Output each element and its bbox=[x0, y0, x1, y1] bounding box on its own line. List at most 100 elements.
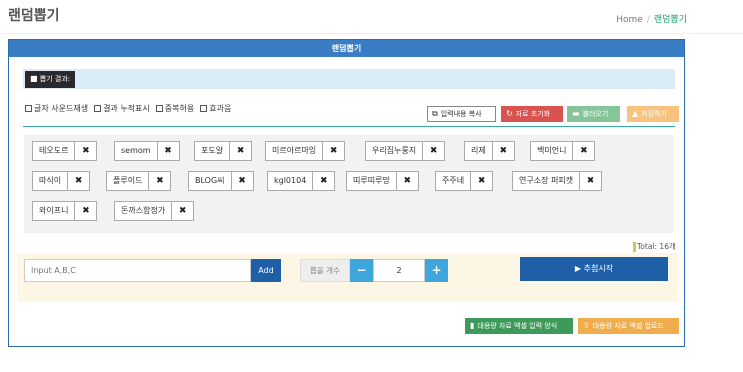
excel-upload-button[interactable]: ⇪ 대용량 자료 엑셀 업로드 bbox=[578, 318, 679, 334]
list-item: semom ✖ bbox=[114, 141, 180, 161]
item-label: kgl0104 bbox=[267, 171, 314, 191]
remove-icon[interactable]: ✖ bbox=[323, 141, 346, 161]
load-button[interactable]: ▬ 불러오기 bbox=[567, 106, 620, 122]
item-label: BLOG씨 bbox=[188, 171, 232, 191]
save-button[interactable]: ▲ 저장하기 bbox=[627, 106, 679, 122]
checkbox[interactable] bbox=[200, 105, 208, 112]
item-label: 연구소장 퍼피캣 bbox=[512, 171, 581, 191]
remove-icon[interactable]: ✖ bbox=[75, 141, 98, 161]
remove-icon[interactable]: ✖ bbox=[68, 171, 91, 191]
item-label: 돈까스함정가 bbox=[114, 201, 173, 221]
item-label: 테오도르 bbox=[32, 141, 76, 161]
remove-icon[interactable]: ✖ bbox=[471, 171, 494, 191]
add-button[interactable]: Add bbox=[251, 259, 281, 282]
remove-icon[interactable]: ✖ bbox=[172, 201, 195, 221]
list-item: 띠루띠루망 ✖ bbox=[346, 171, 419, 191]
remove-icon[interactable]: ✖ bbox=[396, 171, 419, 191]
list-item: 리제 ✖ bbox=[464, 141, 515, 161]
refresh-icon: ↻ bbox=[506, 109, 513, 118]
text-cursor bbox=[633, 242, 636, 252]
total-count: Total: 16개 bbox=[633, 241, 676, 252]
result-label-text: 뽑기 결과: bbox=[39, 75, 71, 83]
item-label: 포도알 bbox=[194, 141, 231, 161]
remove-icon[interactable]: ✖ bbox=[157, 141, 180, 161]
result-bar: ■ 뽑기 결과: bbox=[23, 69, 675, 89]
item-label: 주주네 bbox=[435, 171, 472, 191]
load-button-label: 불러오기 bbox=[582, 110, 609, 118]
option-label: 결과 누적표시 bbox=[103, 104, 150, 113]
option-duplicate[interactable]: 중복허용 bbox=[155, 103, 195, 114]
remove-icon[interactable]: ✖ bbox=[149, 171, 172, 191]
option-label: 글자 사운드재생 bbox=[34, 104, 89, 113]
draw-count-value[interactable]: 2 bbox=[373, 259, 425, 282]
draw-count-label: 뽑을 개수 bbox=[300, 259, 350, 282]
breadcrumb-home-link[interactable]: Home bbox=[616, 15, 643, 25]
option-label: 효과음 bbox=[209, 104, 232, 113]
copy-button-label: 입력내용 복사 bbox=[440, 110, 482, 118]
excel-upload-label: 대용량 자료 엑셀 업로드 bbox=[592, 322, 664, 330]
page-title: 랜덤뽑기 bbox=[8, 8, 60, 24]
checkbox[interactable] bbox=[155, 105, 163, 112]
item-label: 우리집누룽지 bbox=[365, 141, 424, 161]
list-item: 와이프니 ✖ bbox=[32, 201, 98, 221]
upload-icon: ⇪ bbox=[583, 321, 590, 330]
reset-button[interactable]: ↻ 자료 초기화 bbox=[501, 106, 563, 122]
checkbox[interactable] bbox=[94, 105, 102, 112]
item-input[interactable] bbox=[24, 259, 251, 282]
decrement-button[interactable]: − bbox=[350, 259, 373, 282]
option-label: 중복허용 bbox=[164, 104, 195, 113]
list-item: 미르아르마잉 ✖ bbox=[265, 141, 346, 161]
remove-icon[interactable]: ✖ bbox=[423, 141, 446, 161]
remove-icon[interactable]: ✖ bbox=[313, 171, 336, 191]
increment-button[interactable]: + bbox=[425, 259, 448, 282]
random-draw-panel: 랜덤뽑기 ■ 뽑기 결과: 글자 사운드재생 결과 누적표시 중복허용 효과음 … bbox=[8, 39, 685, 347]
breadcrumb-separator: / bbox=[646, 15, 650, 25]
start-draw-button[interactable]: ▶ 추첨시작 bbox=[520, 257, 668, 281]
remove-icon[interactable]: ✖ bbox=[231, 171, 254, 191]
list-item: 백미언니 ✖ bbox=[530, 141, 596, 161]
file-icon: ▮ bbox=[470, 321, 475, 330]
list-item: 플루이드 ✖ bbox=[106, 171, 172, 191]
item-label: 백미언니 bbox=[530, 141, 574, 161]
options-row: 글자 사운드재생 결과 누적표시 중복허용 효과음 bbox=[25, 103, 231, 114]
list-item: 포도알 ✖ bbox=[194, 141, 253, 161]
list-item: BLOG씨 ✖ bbox=[188, 171, 254, 191]
item-label: 플루이드 bbox=[106, 171, 150, 191]
excel-form-button[interactable]: ▮ 대용량 자료 엑셀 입력 양식 bbox=[465, 318, 573, 334]
total-count-text: Total: 16개 bbox=[637, 242, 676, 251]
remove-icon[interactable]: ✖ bbox=[75, 201, 98, 221]
item-label: 띠루띠루망 bbox=[346, 171, 397, 191]
breadcrumb-current: 랜덤뽑기 bbox=[653, 15, 687, 25]
list-item: 돈까스함정가 ✖ bbox=[114, 201, 195, 221]
option-sound[interactable]: 글자 사운드재생 bbox=[25, 103, 88, 114]
remove-icon[interactable]: ✖ bbox=[580, 171, 603, 191]
list-item: kgl0104 ✖ bbox=[267, 171, 336, 191]
option-accumulate[interactable]: 결과 누적표시 bbox=[94, 103, 150, 114]
excel-form-label: 대용량 자료 엑셀 입력 양식 bbox=[477, 322, 558, 330]
folder-icon: ▬ bbox=[572, 109, 580, 118]
play-icon: ▶ bbox=[574, 264, 582, 273]
item-label: 와이프니 bbox=[32, 201, 76, 221]
copy-button[interactable]: ⧉ 입력내용 복사 bbox=[427, 106, 496, 122]
remove-icon[interactable]: ✖ bbox=[230, 141, 253, 161]
items-container: 테오도르 ✖ semom ✖ 포도알 ✖ 미르아르마잉 ✖ 우리집누룽지 ✖ 리제 ✖ 백미… bbox=[24, 135, 674, 233]
bookmark-icon: ■ bbox=[30, 74, 38, 83]
list-item: 테오도르 ✖ bbox=[32, 141, 98, 161]
remove-icon[interactable]: ✖ bbox=[573, 141, 596, 161]
list-item: 주주네 ✖ bbox=[435, 171, 494, 191]
breadcrumb: Home / 랜덤뽑기 bbox=[616, 12, 687, 25]
checkbox[interactable] bbox=[25, 105, 32, 112]
option-effect-sound[interactable]: 효과음 bbox=[200, 103, 231, 114]
input-area: Add 뽑을 개수 − 2 + ▶ 추첨시작 bbox=[17, 253, 678, 302]
list-item: 따식이 ✖ bbox=[32, 171, 91, 191]
reset-button-label: 자료 초기화 bbox=[515, 110, 551, 118]
save-button-label: 저장하기 bbox=[641, 110, 667, 118]
panel-header: 랜덤뽑기 bbox=[9, 40, 684, 57]
section-divider bbox=[23, 126, 675, 127]
item-label: semom bbox=[114, 141, 158, 161]
item-label: 따식이 bbox=[32, 171, 69, 191]
remove-icon[interactable]: ✖ bbox=[492, 141, 515, 161]
item-label: 리제 bbox=[464, 141, 493, 161]
warning-icon: ▲ bbox=[632, 109, 639, 118]
result-label: ■ 뽑기 결과: bbox=[25, 71, 76, 88]
